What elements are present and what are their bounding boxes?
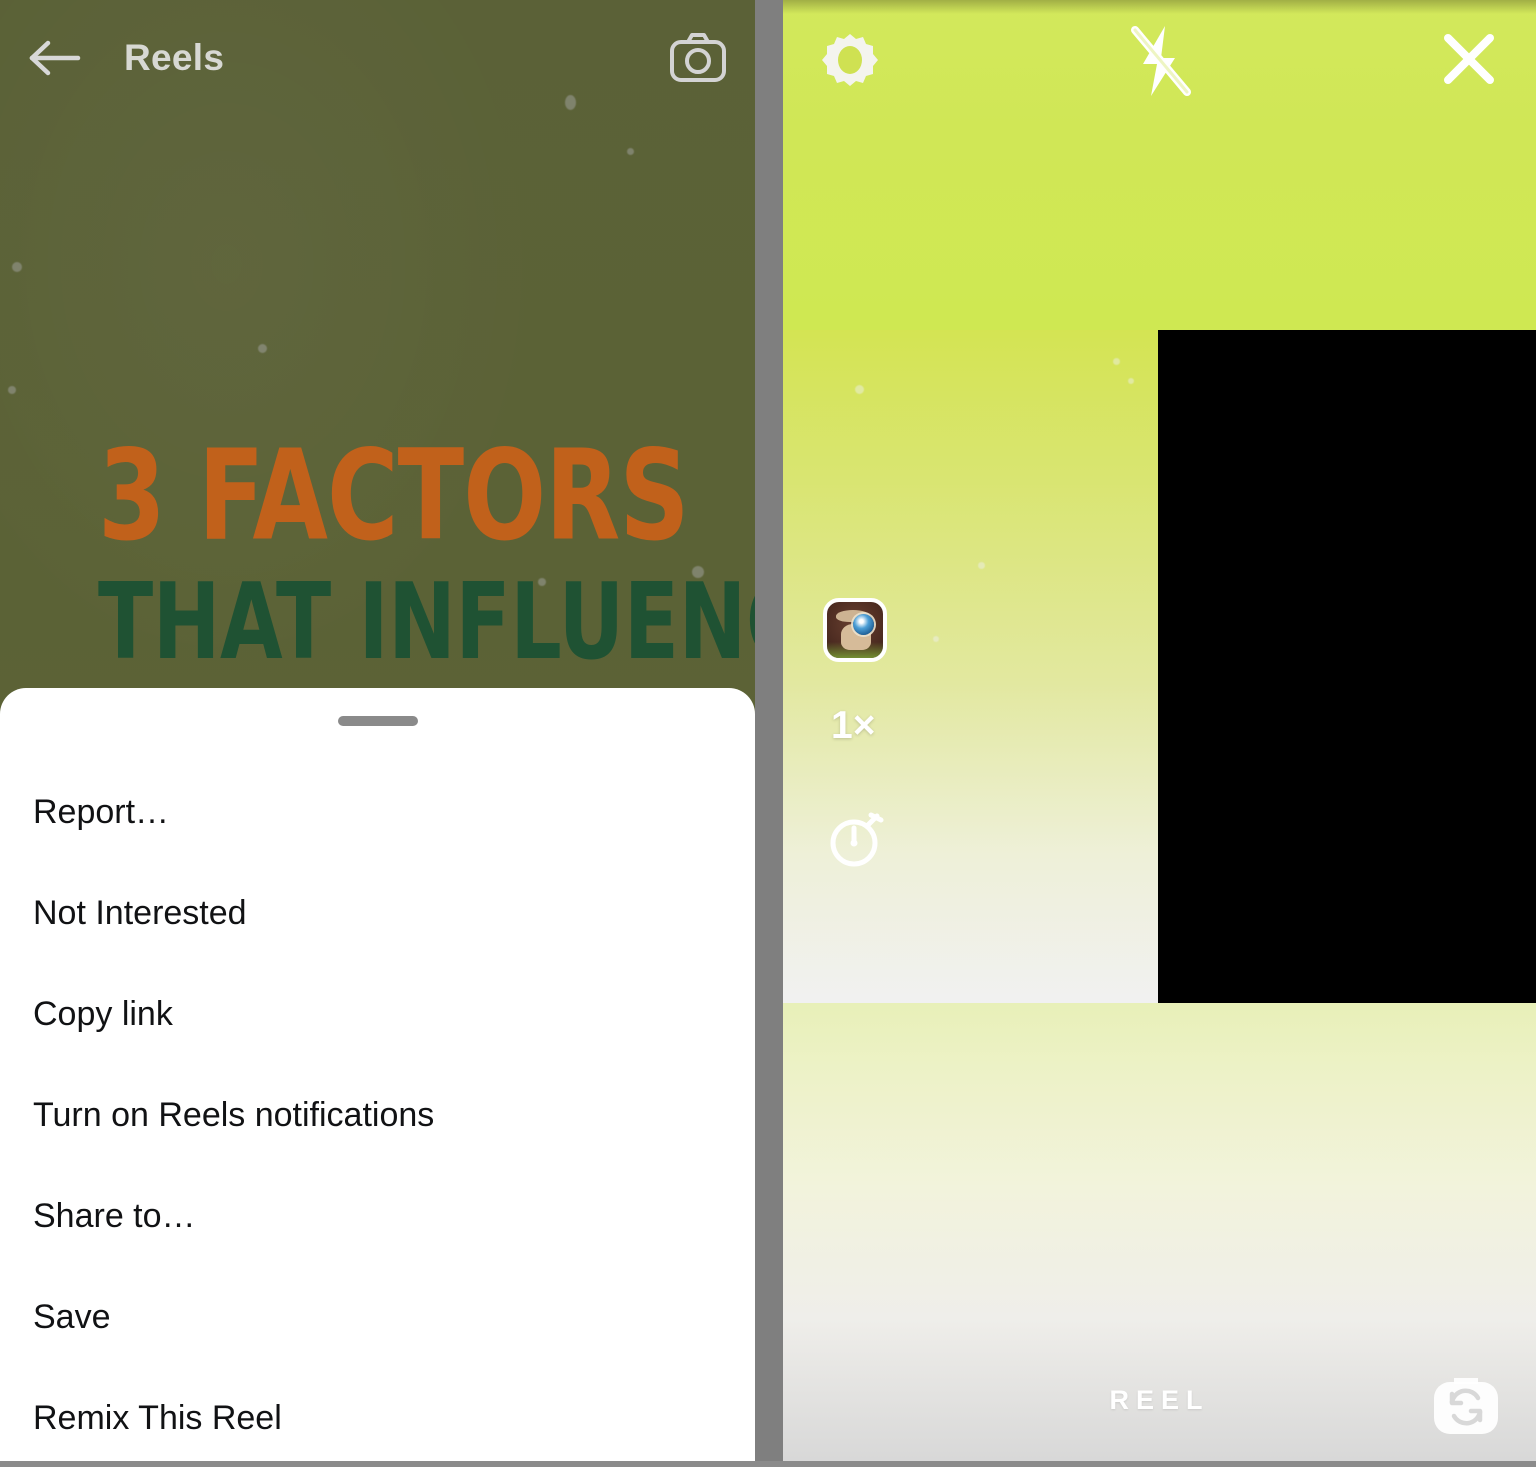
- panel-divider: [755, 0, 783, 1467]
- speckle: [8, 386, 16, 394]
- drag-handle[interactable]: [337, 716, 418, 726]
- reel-camera-panel: 1× REEL: [783, 0, 1536, 1467]
- camera-preview-left: [783, 330, 1158, 1003]
- menu-item-report[interactable]: Report…: [0, 762, 755, 863]
- flash-off-icon[interactable]: [1123, 22, 1199, 100]
- speckle: [933, 636, 939, 642]
- reel-overlay-text: 3 FACTORS THAT INFLUENCE: [0, 429, 755, 680]
- page-title: Reels: [124, 36, 225, 78]
- reel-options-bottom-sheet: Report… Not Interested Copy link Turn on…: [0, 688, 755, 1467]
- camera-toolbar: [783, 0, 1536, 122]
- camera-preview-black-region: [1158, 330, 1536, 1003]
- menu-item-remix-this-reel[interactable]: Remix This Reel: [0, 1368, 755, 1467]
- speckle: [627, 148, 634, 155]
- reels-viewer-panel: 3 FACTORS THAT INFLUENCE Reels: [0, 0, 755, 1467]
- mode-label[interactable]: REEL: [783, 1385, 1536, 1416]
- speckle: [978, 562, 985, 569]
- bottom-edge-strip: [0, 1461, 1536, 1467]
- menu-item-save[interactable]: Save: [0, 1267, 755, 1368]
- speckle: [1113, 358, 1120, 365]
- menu-item-share-to[interactable]: Share to…: [0, 1166, 755, 1267]
- camera-preview-area: [783, 330, 1536, 1003]
- menu-item-copy-link[interactable]: Copy link: [0, 964, 755, 1065]
- options-menu: Report… Not Interested Copy link Turn on…: [0, 762, 755, 1467]
- timer-icon[interactable]: [825, 808, 887, 870]
- menu-item-turn-on-reels-notifications[interactable]: Turn on Reels notifications: [0, 1065, 755, 1166]
- ar-thumb-eye: [853, 614, 874, 635]
- speckle: [258, 344, 267, 353]
- reel-text-line2: THAT INFLUENCE: [98, 559, 755, 684]
- reels-header: Reels: [0, 0, 755, 115]
- speckle: [855, 385, 864, 394]
- speckle: [1128, 378, 1134, 384]
- menu-item-not-interested[interactable]: Not Interested: [0, 863, 755, 964]
- reel-text-line1: 3 FACTORS: [98, 422, 690, 568]
- close-icon[interactable]: [1438, 28, 1500, 90]
- ar-effect-thumbnail[interactable]: [823, 598, 887, 662]
- gear-icon[interactable]: [819, 30, 881, 92]
- camera-icon[interactable]: [669, 29, 727, 87]
- speed-label[interactable]: 1×: [831, 704, 875, 748]
- speckle: [12, 262, 22, 272]
- flip-camera-icon[interactable]: [1428, 1372, 1504, 1438]
- back-arrow-icon[interactable]: [28, 30, 84, 86]
- screenshot-root: 3 FACTORS THAT INFLUENCE Reels: [0, 0, 1536, 1467]
